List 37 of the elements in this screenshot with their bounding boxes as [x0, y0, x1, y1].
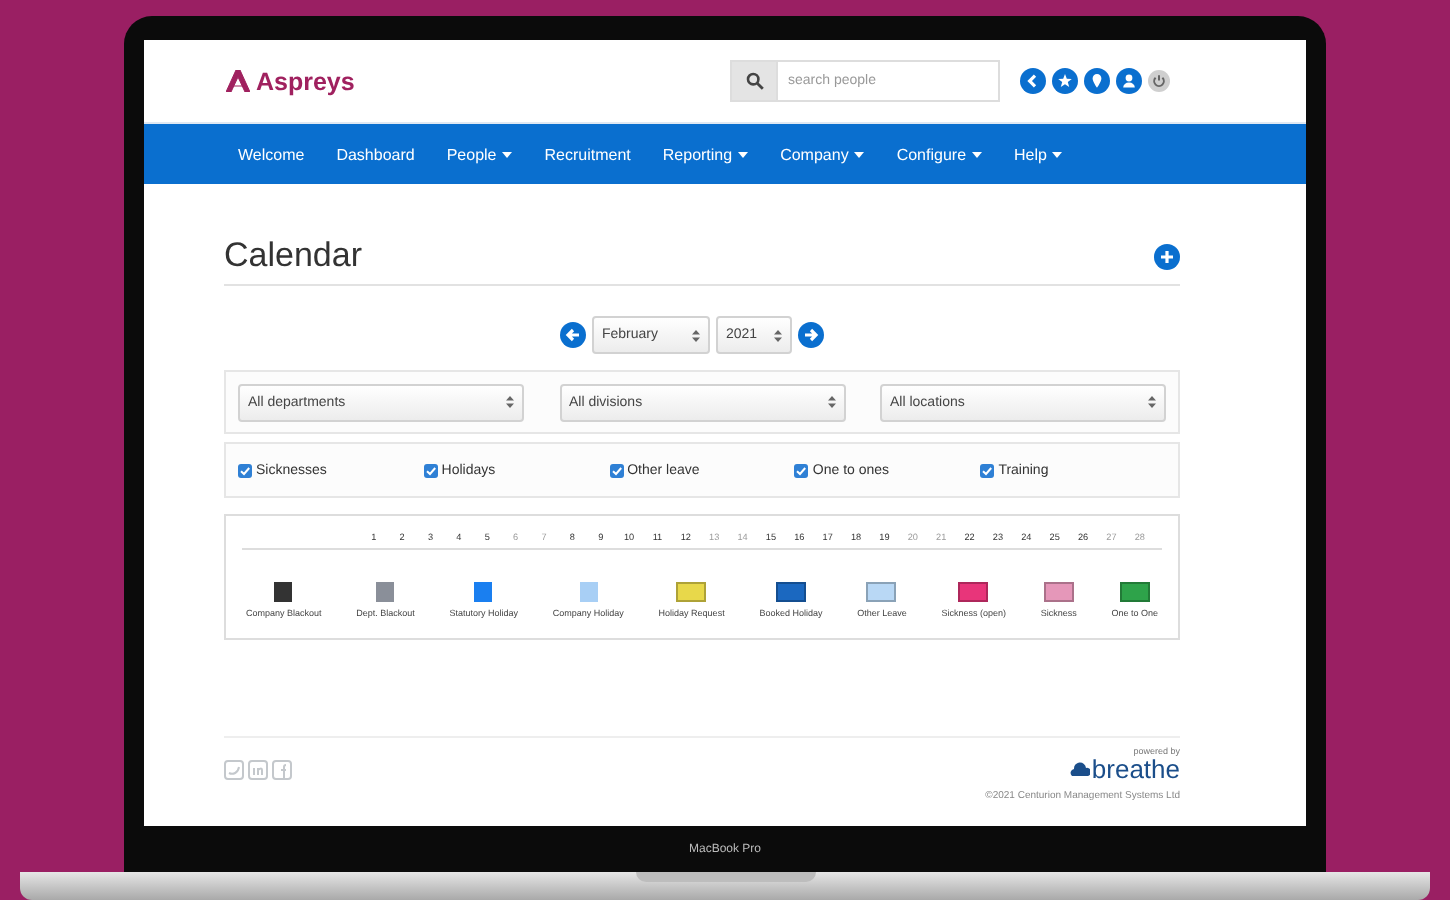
nav-menu-item[interactable]: Company	[780, 145, 865, 163]
page-title: Calendar	[224, 236, 362, 276]
previous-month-icon[interactable]	[560, 322, 586, 348]
brand-name: Aspreys	[256, 67, 355, 95]
updown-arrows-icon	[774, 329, 782, 341]
caret-icon	[502, 151, 513, 157]
updown-arrows-icon	[827, 396, 835, 408]
nav-menu-item[interactable]: Welcome	[238, 145, 305, 163]
nav-menu-item[interactable]: People	[446, 145, 513, 163]
caret-icon	[738, 151, 749, 157]
nav-menu-item[interactable]: Configure	[896, 145, 983, 163]
checkbox[interactable]	[238, 463, 252, 477]
updown-arrows-icon	[1148, 396, 1156, 408]
breathe-logo: breathe	[1091, 756, 1180, 782]
updown-arrows-icon	[692, 329, 700, 341]
nav-menu-item[interactable]: Recruitment	[544, 145, 631, 163]
nav-menu-item[interactable]: Help	[1014, 145, 1063, 163]
add-icon[interactable]	[1154, 243, 1180, 269]
power-icon[interactable]	[1148, 70, 1170, 92]
caret-icon	[972, 151, 983, 157]
checkbox[interactable]	[609, 463, 624, 477]
checkbox[interactable]	[980, 463, 995, 477]
back-icon[interactable]	[1020, 68, 1046, 94]
caret-icon	[1052, 151, 1063, 157]
user-icon[interactable]	[1116, 68, 1142, 94]
caret-icon	[854, 151, 865, 157]
updown-arrows-icon	[506, 396, 514, 408]
search-icon	[745, 72, 763, 90]
checkbox[interactable]	[794, 463, 809, 477]
next-month-icon[interactable]	[798, 322, 824, 348]
nav-menu-item[interactable]: Dashboard	[336, 145, 415, 163]
checkbox[interactable]	[423, 463, 438, 477]
nav-menu-item[interactable]: Reporting	[662, 145, 749, 163]
cloud-icon	[1069, 762, 1090, 776]
search-button[interactable]	[730, 60, 776, 102]
logo-icon	[226, 70, 250, 92]
location-pin-icon[interactable]	[1084, 68, 1110, 94]
